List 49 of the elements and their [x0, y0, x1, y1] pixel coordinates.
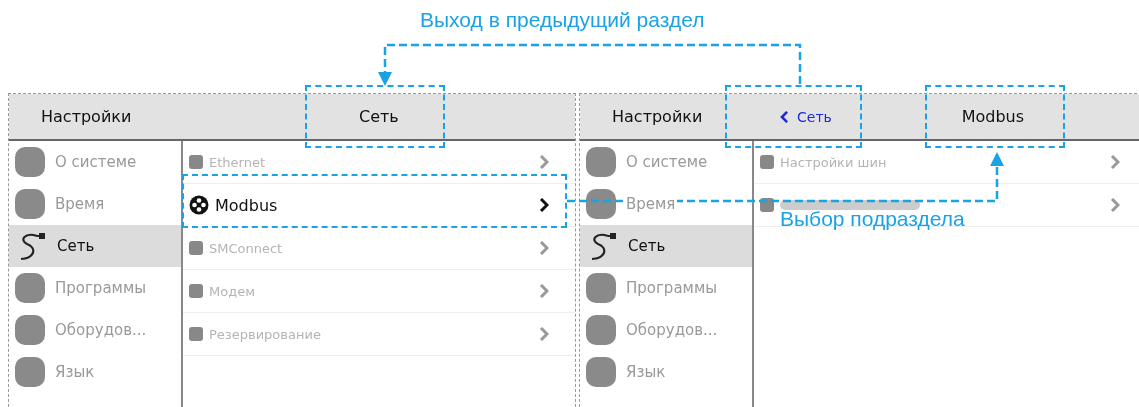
menu-icon — [15, 357, 45, 387]
list-item[interactable]: SMConnect — [183, 227, 575, 270]
sidebar-item[interactable]: Язык — [580, 351, 752, 393]
chevron-right-icon — [1110, 155, 1120, 169]
sidebar-item[interactable]: Время — [580, 183, 752, 225]
menu-icon — [189, 327, 203, 341]
chevron-left-icon — [780, 110, 789, 123]
sidebar-item[interactable]: Оборудов... — [580, 309, 752, 351]
menu-icon — [15, 147, 45, 177]
sidebar-item[interactable]: Язык — [9, 351, 181, 393]
annotation-label: Выбор подраздела — [780, 207, 965, 231]
sidebar-item[interactable]: Программы — [580, 267, 752, 309]
menu-icon — [586, 147, 616, 177]
network-icon — [189, 195, 209, 215]
menu-icon — [760, 155, 774, 169]
menu-icon — [189, 284, 203, 298]
chevron-right-icon — [1110, 198, 1120, 212]
section-title: Сеть — [358, 107, 400, 126]
header-title: Настройки — [40, 107, 133, 126]
chevron-right-icon — [539, 327, 549, 341]
sidebar-item[interactable]: Сеть — [580, 225, 752, 267]
sidebar-item[interactable]: Время — [9, 183, 181, 225]
menu-icon — [189, 241, 203, 255]
list-item[interactable]: Ethernet — [183, 141, 575, 184]
menu-icon — [15, 189, 45, 219]
sidebar-item[interactable]: Оборудов... — [9, 309, 181, 351]
chevron-right-icon — [539, 198, 549, 212]
chevron-right-icon — [539, 155, 549, 169]
chevron-right-icon — [539, 284, 549, 298]
sidebar-item[interactable]: О системе — [9, 141, 181, 183]
chevron-right-icon — [539, 241, 549, 255]
sidebar-item[interactable]: Программы — [9, 267, 181, 309]
back-button[interactable]: Сеть — [772, 104, 840, 129]
menu-icon — [586, 357, 616, 387]
menu-icon — [586, 189, 616, 219]
section-title: Modbus — [960, 107, 1026, 126]
menu-icon — [15, 273, 45, 303]
menu-icon — [189, 155, 203, 169]
annotation-label: Выход в предыдущий раздел — [420, 8, 705, 32]
list-item[interactable]: Модем — [183, 270, 575, 313]
header-title: Настройки — [611, 107, 704, 126]
list-item[interactable]: Modbus — [183, 184, 575, 227]
menu-icon — [15, 315, 45, 345]
menu-icon — [586, 315, 616, 345]
menu-icon — [586, 273, 616, 303]
sidebar-item[interactable]: Сеть — [9, 225, 181, 267]
list-item[interactable]: Резервирование — [183, 313, 575, 356]
sidebar-item[interactable]: О системе — [580, 141, 752, 183]
menu-icon — [760, 198, 774, 212]
